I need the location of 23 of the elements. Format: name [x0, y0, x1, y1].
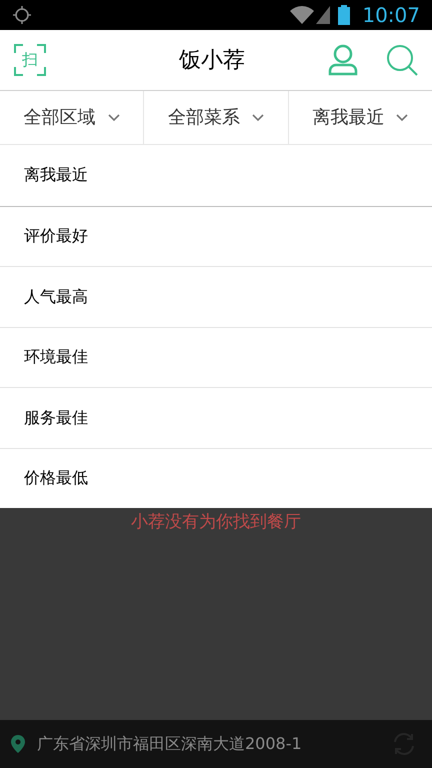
chevron-down-icon [396, 114, 408, 122]
sort-option[interactable]: 服务最佳 [0, 387, 432, 448]
battery-icon [338, 5, 350, 25]
user-icon[interactable] [328, 44, 358, 76]
chevron-down-icon [108, 114, 120, 122]
search-icon[interactable] [386, 44, 418, 76]
sort-option[interactable]: 环境最佳 [0, 326, 432, 387]
status-time: 10:07 [362, 2, 420, 29]
wifi-icon [290, 6, 314, 24]
address-text: 广东省深圳市福田区深南大道2008-1 [37, 733, 303, 755]
sort-option[interactable]: 价格最低 [0, 448, 432, 508]
sort-option[interactable]: 人气最高 [0, 266, 432, 326]
empty-message: 小荐没有为你找到餐厅 [131, 511, 301, 534]
sort-option[interactable]: 评价最好 [0, 206, 432, 266]
app-title: 饭小荐 [179, 46, 245, 74]
gps-icon [12, 5, 32, 25]
filter-tab[interactable]: 全部区域 [0, 91, 144, 144]
sort-option[interactable]: 离我最近 [0, 145, 432, 206]
filter-tab[interactable]: 全部菜系 [143, 91, 288, 144]
chevron-down-icon [252, 114, 264, 122]
signal-icon [316, 6, 330, 24]
location-pin-icon [11, 735, 25, 753]
filter-tab[interactable]: 离我最近 [288, 91, 432, 144]
